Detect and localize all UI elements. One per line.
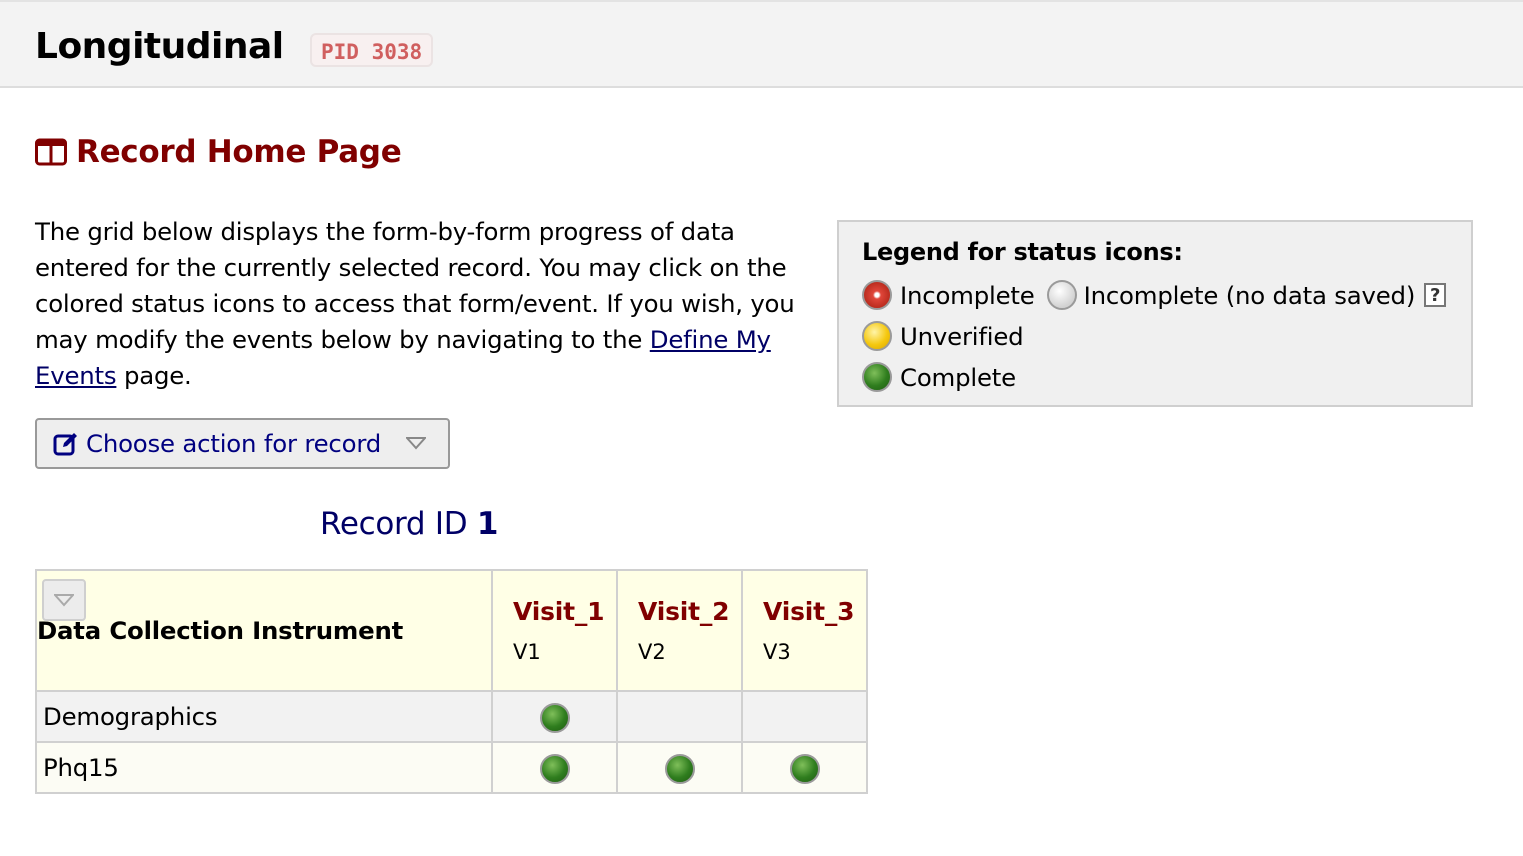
edit-icon: [53, 432, 77, 455]
status-yellow-icon: [862, 321, 892, 351]
event-header-visit-1: Visit_1 V1: [491, 569, 618, 692]
legend-row-complete: Complete: [862, 362, 1016, 392]
choose-action-label: Choose action for record: [86, 429, 382, 458]
legend-label-complete: Complete: [900, 362, 1016, 392]
status-green-icon[interactable]: [664, 753, 695, 784]
columns-icon: [35, 138, 67, 166]
event-header-visit-3: Visit_3 V3: [741, 569, 868, 692]
table-row: Phq15: [35, 741, 868, 794]
record-id-value: 1: [476, 506, 499, 542]
status-cell-empty: [616, 690, 743, 743]
event-name: Visit_3: [763, 597, 855, 626]
event-sublabel: V1: [513, 640, 541, 664]
legend-label-incomplete: Incomplete: [900, 280, 1035, 310]
intro-text-part-2: page.: [116, 361, 192, 390]
page-title: Record Home Page: [76, 134, 402, 170]
record-status-grid: Data Collection Instrument Visit_1 V1 Vi…: [35, 569, 868, 794]
instrument-name-demographics: Demographics: [35, 690, 493, 743]
record-id-heading: Record ID 1: [320, 506, 498, 542]
event-sublabel: V2: [638, 640, 666, 664]
legend-label-incomplete-no-data: Incomplete (no data saved): [1083, 280, 1416, 310]
project-header-bar: Longitudinal PID 3038: [0, 0, 1523, 88]
legend-row-incomplete: Incomplete Incomplete (no data saved) ?: [862, 280, 1447, 310]
status-gray-icon: [1046, 280, 1077, 310]
event-sublabel: V3: [763, 640, 791, 664]
status-cell: [491, 690, 618, 743]
pid-badge: PID 3038: [310, 33, 434, 67]
legend-label-unverified: Unverified: [900, 321, 1024, 351]
page-heading: Record Home Page: [35, 132, 402, 172]
status-green-icon[interactable]: [539, 753, 570, 784]
grid-header-row: Data Collection Instrument Visit_1 V1 Vi…: [35, 569, 868, 692]
status-red-icon: [862, 280, 892, 310]
legend-title: Legend for status icons:: [862, 238, 1183, 266]
chevron-down-icon: [54, 594, 74, 607]
intro-text: The grid below displays the form-by-form…: [35, 214, 795, 394]
event-name: Visit_2: [638, 597, 730, 626]
project-title: Longitudinal: [35, 26, 284, 67]
status-legend: Legend for status icons: Incomplete Inco…: [837, 220, 1473, 407]
event-header-visit-2: Visit_2 V2: [616, 569, 743, 692]
help-icon[interactable]: ?: [1424, 283, 1447, 307]
record-id-label: Record ID: [320, 506, 468, 542]
event-name: Visit_1: [513, 597, 605, 626]
choose-action-button[interactable]: Choose action for record: [35, 418, 450, 469]
status-green-icon[interactable]: [789, 753, 820, 784]
table-row: Demographics: [35, 690, 868, 743]
instrument-column-header: Data Collection Instrument: [35, 569, 493, 692]
instrument-name-phq15: Phq15: [35, 741, 493, 794]
status-green-icon: [862, 362, 892, 392]
chevron-down-icon: [406, 437, 426, 450]
instrument-header-label: Data Collection Instrument: [37, 616, 404, 645]
collapse-toggle-button[interactable]: [42, 579, 86, 621]
status-green-icon[interactable]: [539, 702, 570, 733]
status-cell: [616, 741, 743, 794]
status-cell-empty: [741, 690, 868, 743]
legend-row-unverified: Unverified: [862, 321, 1024, 351]
status-cell: [741, 741, 868, 794]
status-cell: [491, 741, 618, 794]
